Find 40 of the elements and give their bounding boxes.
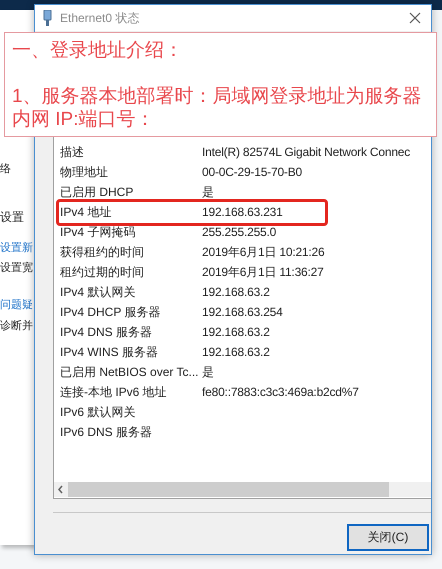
property-value: 255.255.255.0: [202, 225, 276, 239]
property-value: 00-0C-29-15-70-B0: [202, 165, 302, 179]
property-name: 获得租约的时间: [60, 244, 145, 260]
sidebar-text: 设置: [0, 210, 24, 225]
property-value: Intel(R) 82574L Gigabit Network Connec: [202, 145, 410, 159]
window-title: Ethernet0 状态: [60, 10, 140, 26]
property-name: IPv4 子网掩码: [60, 224, 136, 240]
annotation-heading: 一、登录地址介绍：: [12, 39, 184, 63]
property-name: IPv6 默认网关: [60, 404, 136, 420]
property-name: 租约过期的时间: [60, 264, 145, 280]
property-name: 连接-本地 IPv6 地址: [60, 384, 168, 400]
link-text[interactable]: 问题疑: [0, 298, 33, 313]
sidebar-text: 设置宽: [0, 261, 33, 276]
property-value: 2019年6月1日 10:21:26: [202, 244, 324, 260]
property-value: 192.168.63.231: [202, 205, 283, 219]
property-name: IPv4 DHCP 服务器: [60, 304, 162, 320]
property-value: 192.168.63.2: [202, 345, 270, 359]
property-value: 192.168.63.2: [202, 285, 270, 299]
property-name: IPv4 地址: [60, 204, 112, 220]
property-name: IPv6 DNS 服务器: [60, 424, 154, 440]
property-name: IPv4 默认网关: [60, 284, 136, 300]
annotation-text: 1、服务器本地部署时：局域网登录地址为服务器内网 IP:端口号：: [12, 85, 423, 131]
property-name: IPv4 DNS 服务器: [60, 324, 154, 340]
property-value: 是: [202, 364, 214, 380]
property-value: fe80::7883:c3c3:469a:b2cd%7: [202, 385, 359, 399]
property-name: IPv4 WINS 服务器: [60, 344, 160, 360]
property-name: 描述: [60, 144, 85, 160]
link-text[interactable]: 设置新: [0, 241, 33, 256]
property-name: 物理地址: [60, 164, 109, 180]
property-value: 2019年6月1日 11:36:27: [202, 264, 324, 280]
close-button[interactable]: 关闭(C): [347, 524, 429, 551]
property-value: 192.168.63.254: [202, 305, 283, 319]
property-value: 是: [202, 184, 214, 200]
network-adapter-icon: [43, 10, 52, 26]
property-name: 已启用 DHCP: [60, 184, 134, 200]
property-name: 已启用 NetBIOS over Tc...: [60, 364, 200, 380]
close-icon[interactable]: [409, 12, 421, 24]
sidebar-text: 络: [0, 162, 11, 177]
sidebar-text: 诊断并: [0, 319, 33, 334]
property-value: 192.168.63.2: [202, 325, 270, 339]
